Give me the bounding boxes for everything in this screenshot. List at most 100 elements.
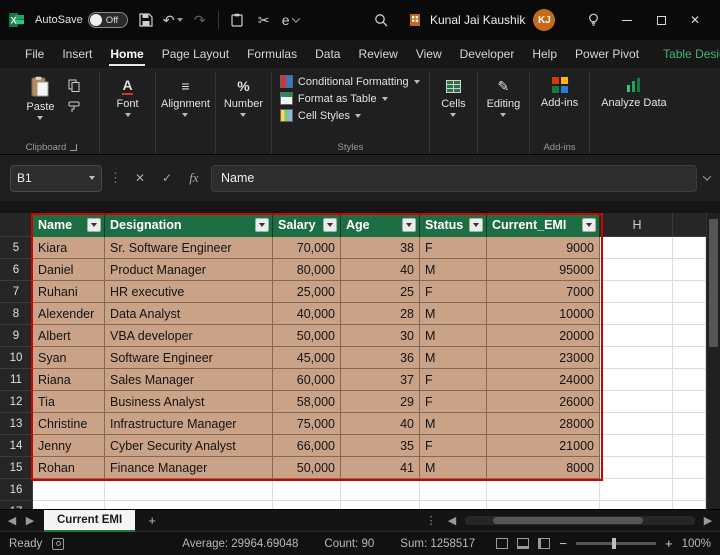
page-break-view-icon[interactable]	[538, 538, 550, 549]
redo-icon[interactable]: ↷	[191, 11, 209, 29]
row-header-15[interactable]: 15	[0, 457, 33, 479]
cell[interactable]: M	[420, 457, 487, 479]
filter-button[interactable]	[582, 218, 596, 232]
lightbulb-icon[interactable]	[576, 0, 610, 40]
cell[interactable]: VBA developer	[105, 325, 273, 347]
paste-button[interactable]: Paste	[20, 73, 60, 123]
analyze-data-button[interactable]: Analyze Data	[595, 73, 672, 113]
column-header-age[interactable]: Age	[341, 213, 420, 237]
cut-icon[interactable]: ✂	[255, 11, 273, 29]
cell[interactable]: 41	[341, 457, 420, 479]
formula-bar-expand-icon[interactable]	[703, 172, 711, 180]
addins-button[interactable]: Add-ins	[535, 73, 584, 112]
cell[interactable]	[673, 369, 706, 391]
cell[interactable]: M	[420, 303, 487, 325]
cell[interactable]	[341, 479, 420, 501]
cell[interactable]	[600, 369, 673, 391]
undo-button[interactable]: ↶	[164, 11, 182, 29]
formula-input[interactable]: Name	[211, 165, 697, 192]
cell[interactable]: Albert	[33, 325, 105, 347]
vertical-scroll-thumb[interactable]	[709, 219, 718, 347]
conditional-formatting-button[interactable]: Conditional Formatting	[277, 73, 423, 90]
page-layout-view-icon[interactable]	[517, 538, 529, 549]
cell[interactable]	[33, 479, 105, 501]
cell[interactable]	[273, 479, 341, 501]
filter-button[interactable]	[469, 218, 483, 232]
cell[interactable]	[420, 479, 487, 501]
cell[interactable]: Business Analyst	[105, 391, 273, 413]
menu-file[interactable]: File	[16, 40, 53, 68]
copy-icon[interactable]	[65, 77, 83, 93]
zoom-slider-thumb[interactable]	[612, 538, 616, 549]
menu-view[interactable]: View	[407, 40, 451, 68]
menu-developer[interactable]: Developer	[451, 40, 524, 68]
cell[interactable]: Infrastructure Manager	[105, 413, 273, 435]
avatar[interactable]: KJ	[533, 9, 555, 31]
cell[interactable]: 38	[341, 237, 420, 259]
cell[interactable]: 80,000	[273, 259, 341, 281]
save-icon[interactable]	[137, 11, 155, 29]
cell[interactable]: 50,000	[273, 325, 341, 347]
menu-review[interactable]: Review	[349, 40, 406, 68]
cell[interactable]: Finance Manager	[105, 457, 273, 479]
cell[interactable]	[600, 347, 673, 369]
row-header-11[interactable]: 11	[0, 369, 33, 391]
cell[interactable]: 26000	[487, 391, 600, 413]
editing-mode-button[interactable]: e	[282, 11, 299, 29]
cell[interactable]: 95000	[487, 259, 600, 281]
next-sheet-icon[interactable]: ▶	[22, 514, 38, 527]
cell[interactable]: 70,000	[273, 237, 341, 259]
sheet-tab-current-emi[interactable]: Current EMI	[44, 510, 135, 532]
zoom-out-icon[interactable]: −	[559, 536, 567, 551]
cell[interactable]: Syan	[33, 347, 105, 369]
cell[interactable]: Ruhani	[33, 281, 105, 303]
cell-styles-button[interactable]: Cell Styles	[277, 107, 364, 124]
filter-button[interactable]	[255, 218, 269, 232]
macro-record-icon[interactable]	[52, 538, 64, 550]
menu-data[interactable]: Data	[306, 40, 349, 68]
row-header-17[interactable]: 17	[0, 501, 33, 509]
row-header-16[interactable]: 16	[0, 479, 33, 501]
cell[interactable]: 45,000	[273, 347, 341, 369]
cell[interactable]	[600, 479, 673, 501]
cell[interactable]	[600, 391, 673, 413]
column-header-current_emi[interactable]: Current_EMI	[487, 213, 600, 237]
cell[interactable]: 75,000	[273, 413, 341, 435]
cell[interactable]	[600, 457, 673, 479]
hscroll-left-icon[interactable]: ◀	[444, 514, 460, 527]
font-group-button[interactable]: A Font	[100, 71, 156, 154]
cell[interactable]: 40	[341, 259, 420, 281]
row-header-9[interactable]: 9	[0, 325, 33, 347]
menu-help[interactable]: Help	[523, 40, 566, 68]
clipboard-dialog-launcher[interactable]	[70, 144, 77, 151]
cell[interactable]	[673, 303, 706, 325]
menu-power-pivot[interactable]: Power Pivot	[566, 40, 648, 68]
cell[interactable]	[600, 281, 673, 303]
cell[interactable]	[600, 325, 673, 347]
cell[interactable]	[673, 237, 706, 259]
minimize-button[interactable]	[610, 0, 644, 40]
number-group-button[interactable]: % Number	[216, 71, 272, 154]
maximize-button[interactable]	[644, 0, 678, 40]
cell[interactable]: 37	[341, 369, 420, 391]
horizontal-scrollbar[interactable]	[465, 516, 695, 525]
cell[interactable]: Kiara	[33, 237, 105, 259]
cell[interactable]	[600, 501, 673, 509]
menu-insert[interactable]: Insert	[53, 40, 101, 68]
hscroll-right-icon[interactable]: ▶	[700, 514, 716, 527]
cell[interactable]: Sr. Software Engineer	[105, 237, 273, 259]
name-box-dropdown[interactable]	[89, 176, 95, 180]
cell[interactable]: Software Engineer	[105, 347, 273, 369]
row-header-14[interactable]: 14	[0, 435, 33, 457]
menu-table-design[interactable]: Table Design	[654, 40, 720, 68]
cell[interactable]	[673, 435, 706, 457]
autosave-pill[interactable]: Off	[88, 12, 128, 28]
row-header-5[interactable]: 5	[0, 237, 33, 259]
menu-page-layout[interactable]: Page Layout	[153, 40, 238, 68]
column-header-h[interactable]: H	[600, 213, 673, 237]
cell[interactable]: Christine	[33, 413, 105, 435]
cell[interactable]: 36	[341, 347, 420, 369]
cell[interactable]: F	[420, 281, 487, 303]
cell[interactable]	[600, 435, 673, 457]
cells-group-button[interactable]: Cells	[430, 71, 478, 154]
